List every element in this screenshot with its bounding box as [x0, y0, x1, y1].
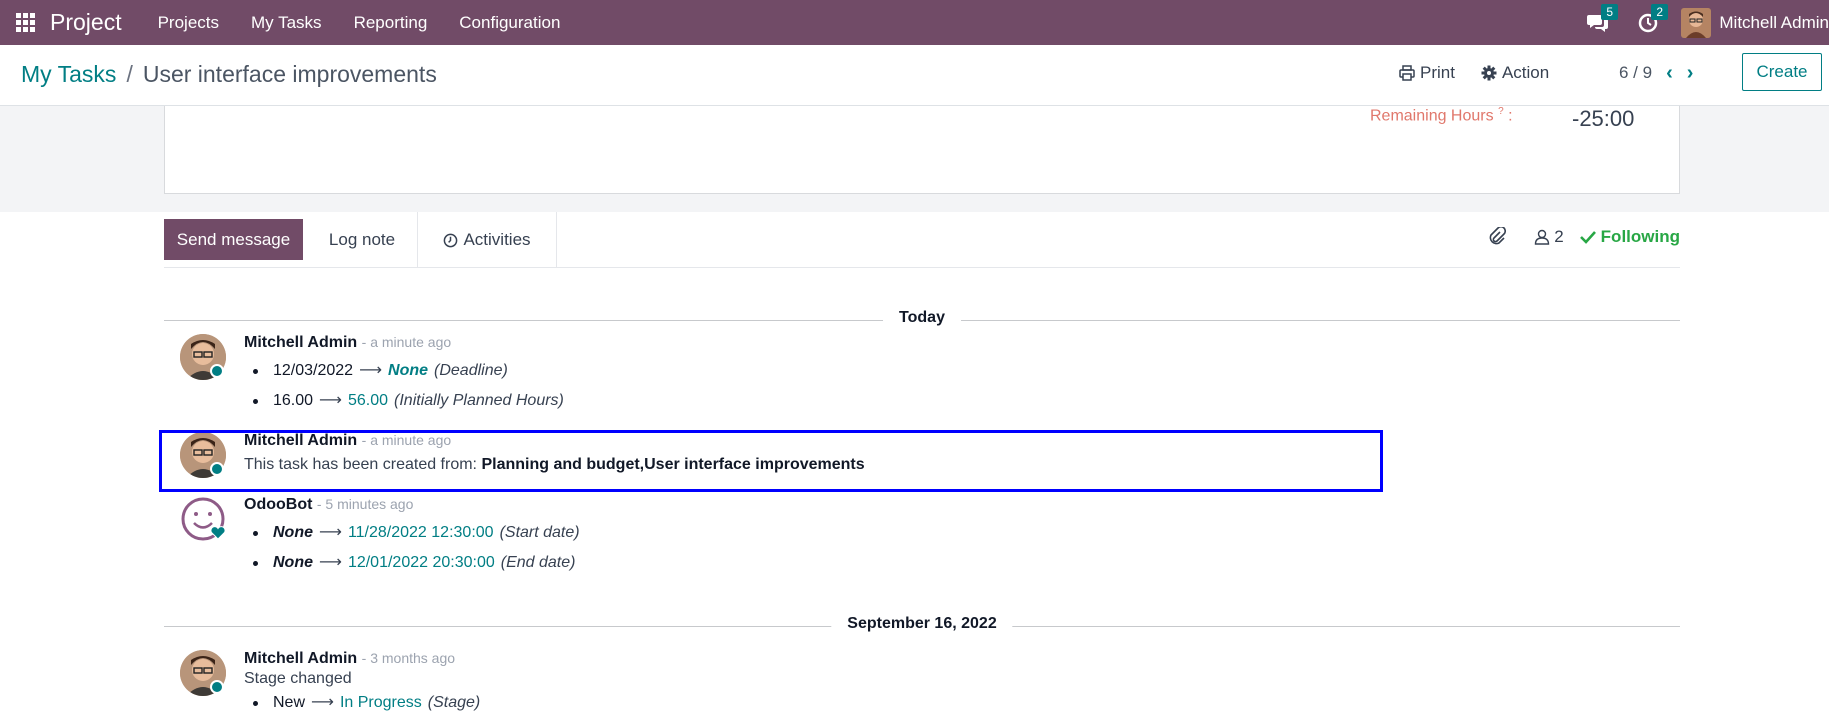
- messages-badge: 5: [1601, 4, 1619, 20]
- menu-projects[interactable]: Projects: [142, 0, 235, 45]
- send-message-button[interactable]: Send message: [164, 219, 303, 260]
- message-date: - 3 months ago: [361, 650, 456, 666]
- message-author[interactable]: Mitchell Admin: [244, 334, 357, 351]
- following-button[interactable]: Following: [1579, 227, 1680, 247]
- remaining-hours-help-icon[interactable]: ?: [1498, 106, 1504, 117]
- online-status-icon: [210, 364, 224, 378]
- pager-next-icon[interactable]: ›: [1687, 63, 1694, 83]
- message-date: - 5 minutes ago: [316, 496, 414, 512]
- gear-icon: [1481, 65, 1497, 81]
- chatter-message: Mitchell Admin - 3 months ago Stage chan…: [180, 650, 1380, 718]
- message-author[interactable]: Mitchell Admin: [244, 650, 357, 667]
- user-name: Mitchell Admin: [1719, 12, 1829, 32]
- chatter-topbar: Send message Log note Activities 2 Follo…: [164, 212, 1680, 268]
- tracking-list: 12/03/2022 ⟶ None (Deadline) 16.00 ⟶ 56.00 (In…: [244, 356, 1344, 416]
- user-avatar: [1681, 7, 1712, 38]
- long-arrow-right-icon: ⟶: [359, 362, 383, 379]
- tracking-new-value: In Progress: [339, 694, 422, 711]
- tracking-item: None ⟶ 12/01/2022 20:30:00 (End date): [244, 548, 1344, 578]
- chatter-message: OdooBot - 5 minutes ago None ⟶ 11/28/2022 …: [180, 496, 1380, 578]
- check-icon: [1579, 231, 1596, 244]
- pager-value[interactable]: 6 / 9: [1619, 63, 1652, 83]
- long-arrow-right-icon: ⟶: [319, 554, 342, 571]
- remaining-hours-label-text: Remaining Hours: [1370, 107, 1494, 125]
- tracking-old-value: New: [273, 694, 306, 711]
- tracking-item: None ⟶ 11/28/2022 12:30:00 (Start date): [244, 518, 1344, 548]
- tracking-field-name: (Initially Planned Hours): [394, 392, 564, 409]
- tracking-field-name: (Deadline): [434, 362, 508, 379]
- activities-badge: 2: [1651, 4, 1669, 20]
- pager: 6 / 9 ‹ ›: [1619, 63, 1693, 83]
- menu-configuration[interactable]: Configuration: [443, 0, 576, 45]
- breadcrumb: My Tasks / User interface improvements: [21, 61, 437, 88]
- tracking-old-value: None: [273, 524, 313, 541]
- followers-count: 2: [1554, 227, 1564, 246]
- followers-button[interactable]: 2: [1534, 227, 1564, 247]
- clock-icon: [444, 233, 458, 247]
- message-author[interactable]: OdooBot: [244, 496, 312, 513]
- tracking-field-name: (Stage): [427, 694, 481, 711]
- user-menu[interactable]: Mitchell Admin: [1673, 0, 1829, 45]
- print-button[interactable]: Print: [1399, 63, 1455, 83]
- tracking-old-value: 16.00: [273, 392, 314, 409]
- message-text: Stage changed: [244, 670, 352, 687]
- date-separator-today: Today: [164, 309, 1680, 331]
- tracking-list: None ⟶ 11/28/2022 12:30:00 (Start date) Non…: [244, 518, 1344, 578]
- attachment-button[interactable]: [1488, 227, 1507, 247]
- menu-my-tasks[interactable]: My Tasks: [235, 0, 338, 45]
- chatter-message: Mitchell Admin - a minute ago 12/03/2022…: [180, 334, 1380, 416]
- pager-previous-icon[interactable]: ‹: [1666, 63, 1673, 83]
- print-label: Print: [1420, 63, 1455, 82]
- date-separator-label: September 16, 2022: [831, 615, 1013, 633]
- activities-menu[interactable]: 2: [1623, 0, 1673, 45]
- app-brand[interactable]: Project: [50, 9, 122, 36]
- tracking-new-value: 12/01/2022 20:30:00: [347, 554, 495, 571]
- menu-reporting[interactable]: Reporting: [338, 0, 444, 45]
- messaging-menu[interactable]: 5: [1573, 0, 1623, 45]
- tracking-field-name: (Start date): [499, 524, 580, 541]
- date-separator-september: September 16, 2022: [164, 615, 1680, 637]
- highlight-box: [159, 430, 1383, 492]
- action-button[interactable]: Action: [1481, 63, 1549, 83]
- remaining-hours-colon: :: [1508, 107, 1513, 125]
- user-icon: [1535, 229, 1550, 245]
- control-panel: My Tasks / User interface improvements P…: [0, 45, 1829, 106]
- tracking-new-value: None: [388, 362, 429, 379]
- print-icon: [1399, 65, 1415, 81]
- app-menu-icon[interactable]: [0, 0, 50, 45]
- breadcrumb-current: User interface improvements: [142, 61, 437, 87]
- long-arrow-right-icon: ⟶: [311, 694, 334, 711]
- paperclip-icon: [1489, 227, 1507, 245]
- log-note-button[interactable]: Log note: [303, 219, 421, 260]
- tracking-new-value: 56.00: [347, 392, 389, 409]
- message-date: - a minute ago: [361, 334, 452, 350]
- activities-button[interactable]: Activities: [417, 212, 557, 268]
- activities-label: Activities: [463, 230, 531, 249]
- long-arrow-right-icon: ⟶: [319, 392, 342, 409]
- tracking-field-name: (End date): [500, 554, 576, 571]
- remaining-hours-label: Remaining Hours ? :: [1370, 106, 1513, 125]
- tracking-item: 12/03/2022 ⟶ None (Deadline): [244, 356, 1344, 386]
- date-separator-label: Today: [883, 309, 961, 327]
- tracking-item: New ⟶ In Progress (Stage): [244, 688, 1344, 718]
- following-label: Following: [1600, 227, 1680, 246]
- tracking-item: 16.00 ⟶ 56.00 (Initially Planned Hours): [244, 386, 1344, 416]
- heart-icon: [210, 526, 226, 540]
- tracking-old-value: 12/03/2022: [273, 362, 354, 379]
- tracking-old-value: None: [273, 554, 313, 571]
- form-sheet: Remaining Hours ? : -25:00: [164, 106, 1680, 194]
- online-status-icon: [210, 680, 224, 694]
- remaining-hours-value: -25:00: [1572, 106, 1635, 131]
- tracking-new-value: 11/28/2022 12:30:00: [347, 524, 494, 541]
- action-label: Action: [1501, 63, 1550, 82]
- create-button[interactable]: Create: [1742, 53, 1822, 91]
- tracking-list: New ⟶ In Progress (Stage): [244, 688, 1344, 718]
- breadcrumb-separator: /: [126, 61, 133, 87]
- breadcrumb-my-tasks[interactable]: My Tasks: [21, 61, 116, 88]
- top-navbar: Project Projects My Tasks Reporting Conf…: [0, 0, 1829, 45]
- long-arrow-right-icon: ⟶: [319, 524, 342, 541]
